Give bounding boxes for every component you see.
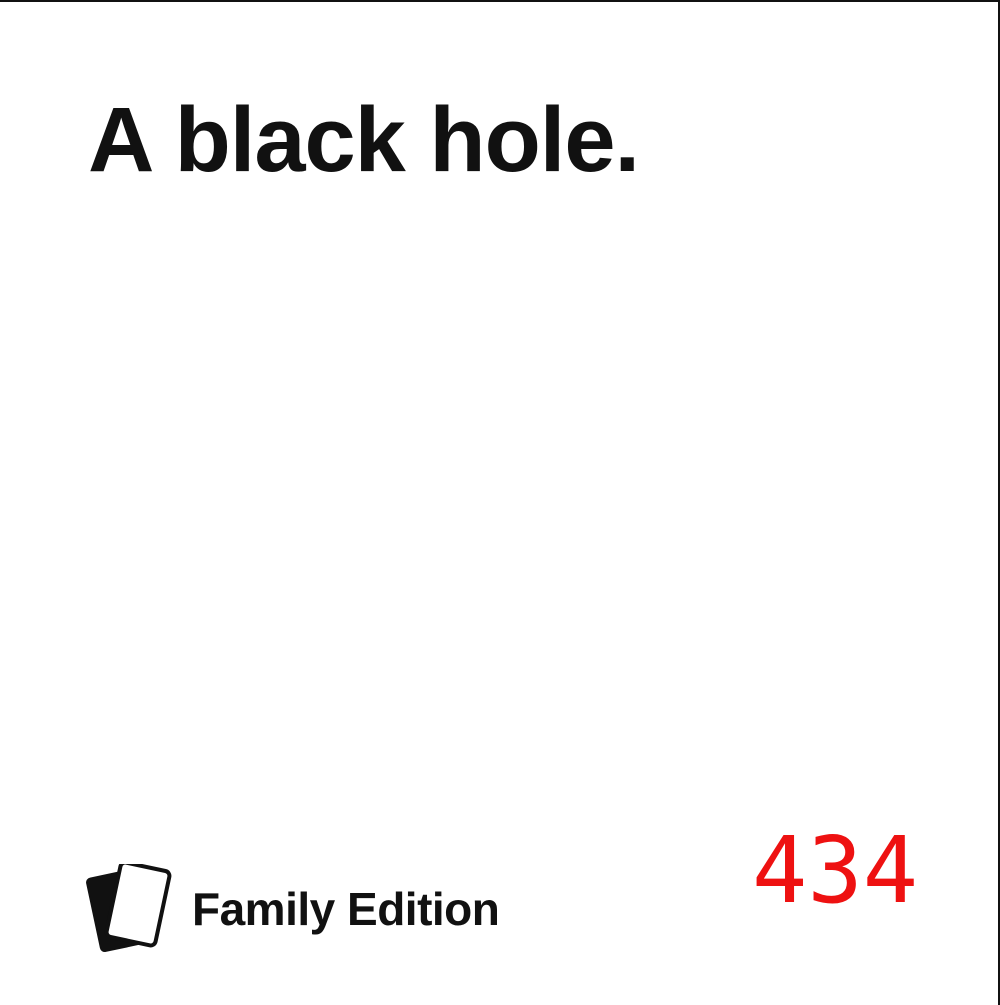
edition-label: Family Edition xyxy=(192,883,500,935)
card-number: 434 xyxy=(752,817,919,924)
edition-brand: Family Edition xyxy=(86,864,500,954)
two-cards-icon xyxy=(86,864,172,953)
game-card: A black hole. Family Edition 434 xyxy=(0,0,1000,1005)
card-text: A black hole. xyxy=(88,89,640,191)
